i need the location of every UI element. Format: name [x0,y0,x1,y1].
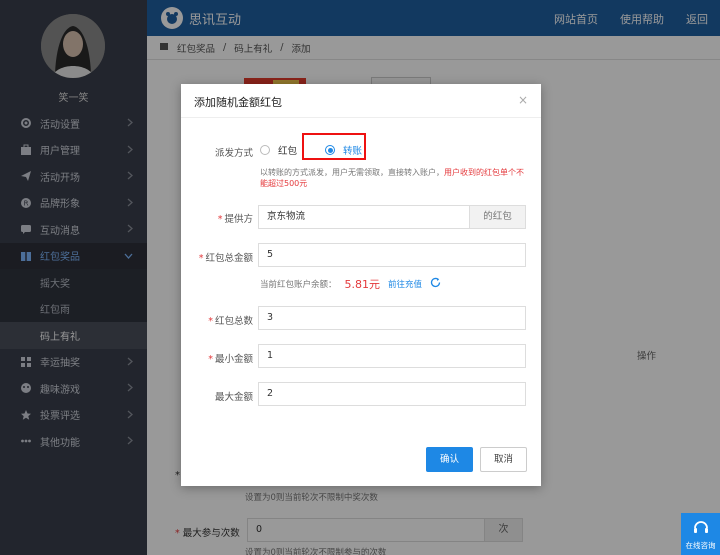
max-amount-input[interactable]: 2 [258,382,526,406]
confirm-button[interactable]: 确认 [426,447,473,472]
total-count-label: * 红包总数 [208,316,253,327]
max-amount-label: 最大金额 [214,392,253,403]
min-amount-label: * 最小金额 [208,354,253,365]
headset-icon [681,518,720,538]
radio-red-packet[interactable] [260,145,270,155]
dialog-header: 添加随机金额红包 × [181,84,541,118]
transfer-hint: 以转账的方式派发，用户无需领取，直接转入账户，用户收到的红包单个不能超过500元 [260,168,524,188]
provider-label: * 提供方 [217,214,253,225]
online-consult-widget[interactable]: 在线咨询 [681,513,720,555]
balance-row: 当前红包账户余额： 5.81元 前往充值 [260,276,441,292]
online-consult-label: 在线咨询 [685,541,716,550]
refresh-icon[interactable] [430,277,441,291]
cancel-button[interactable]: 取消 [480,447,527,472]
dialog-title: 添加随机金额红包 [194,96,282,109]
total-count-input[interactable]: 3 [258,306,526,330]
min-amount-input[interactable]: 1 [258,344,526,368]
method-label: 派发方式 [214,148,253,159]
provider-suffix: 的红包 [470,205,526,229]
recharge-link[interactable]: 前往充值 [388,278,422,290]
balance-amount: 5.81元 [344,278,381,291]
add-random-red-packet-dialog: 添加随机金额红包 × 派发方式 红包 转账 以转账的方式派发，用户无需领取，直接… [181,84,541,486]
option-red-packet-label[interactable]: 红包 [278,143,297,157]
close-icon[interactable]: × [518,93,528,107]
highlight-box [302,133,366,160]
provider-input[interactable]: 京东物流 [258,205,470,229]
balance-label: 当前红包账户余额： [260,280,337,290]
total-amount-label: * 红包总金额 [198,253,253,264]
total-amount-input[interactable]: 5 [258,243,526,267]
